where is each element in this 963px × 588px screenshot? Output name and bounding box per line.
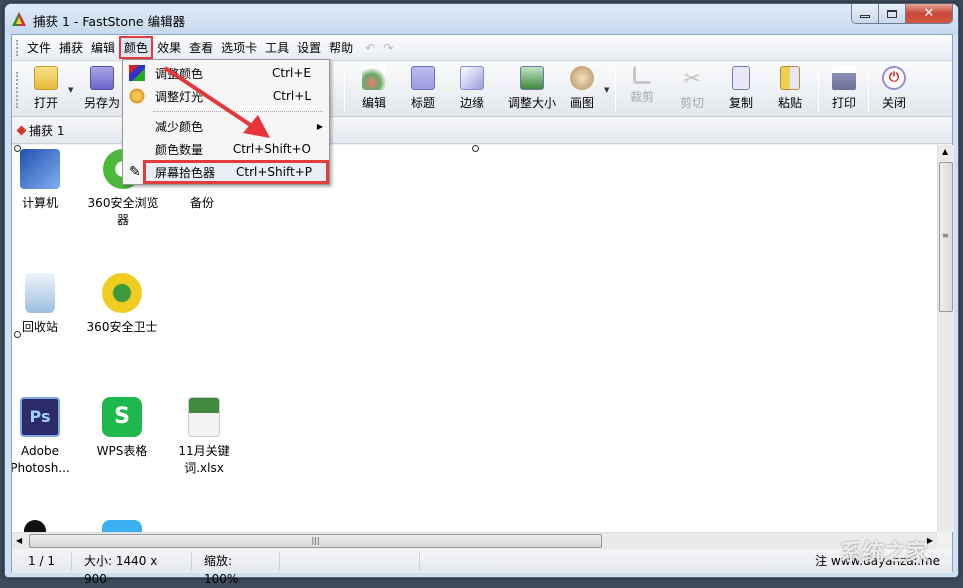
desktop-icon-excel-file: 11月关键词.xlsx	[162, 397, 246, 477]
scissors-icon: ✂	[683, 66, 701, 90]
vertical-scroll-thumb[interactable]: ≡	[939, 162, 953, 312]
menu-item-reduce-colors[interactable]: 减少颜色 ▶	[123, 115, 329, 137]
toolbar-separator	[868, 68, 869, 112]
image-canvas[interactable]: 计算机 360安全浏览器 备份 回收站 360安全卫士 Ps Adobe Pho…	[12, 145, 937, 532]
minimize-icon	[860, 15, 870, 18]
desktop-icon-recycle-bin: 回收站	[12, 273, 80, 336]
caption-window-icon	[411, 66, 435, 90]
paint-letter-a-icon	[362, 66, 386, 90]
menu-help[interactable]: 帮助	[325, 37, 357, 58]
menu-item-adjust-colors[interactable]: 调整颜色 Ctrl+E	[123, 62, 329, 84]
tab-capture-1[interactable]: 捕获 1	[16, 122, 64, 139]
photoshop-icon: Ps	[20, 397, 60, 437]
wps-sheet-icon: S	[102, 397, 142, 437]
crop-button[interactable]: 裁剪	[618, 66, 666, 105]
menubar-grip[interactable]	[16, 39, 19, 56]
resize-button[interactable]: 调整大小	[502, 66, 562, 111]
color-squares-icon	[129, 65, 145, 81]
toolbar-separator	[818, 68, 819, 112]
toolbar-separator	[615, 68, 616, 112]
partial-icon	[24, 520, 46, 532]
desktop-icon-photoshop: Ps Adobe Photosh...	[12, 397, 80, 477]
menu-item-color-count[interactable]: 颜色数量 Ctrl+Shift+O	[123, 138, 329, 160]
horizontal-scroll-thumb[interactable]: |||	[29, 534, 602, 548]
paint-palette-icon	[570, 66, 594, 90]
edit-button[interactable]: 编辑	[350, 66, 398, 111]
status-zoom: 缩放: 100%	[192, 552, 280, 586]
color-menu-dropdown: 调整颜色 Ctrl+E 调整灯光 Ctrl+L 减少颜色 ▶ 颜色数量 Ctrl…	[122, 59, 330, 185]
recycle-bin-icon	[25, 273, 55, 313]
resize-handle[interactable]	[472, 145, 479, 152]
menu-bar: 文件 捕获 编辑 颜色 效果 查看 选项卡 工具 设置 帮助 ↶↷	[12, 35, 952, 61]
copy-button[interactable]: 复制	[717, 66, 765, 111]
draw-button[interactable]: 画图	[558, 66, 606, 111]
edge-button[interactable]: 边缘	[448, 66, 496, 111]
toolbar-separator	[344, 68, 345, 112]
folder-open-icon	[34, 66, 58, 90]
crop-icon	[633, 66, 651, 84]
horizontal-scrollbar[interactable]: ◀ ||| ▶	[12, 532, 937, 549]
menu-separator	[153, 111, 323, 112]
excel-file-icon	[188, 397, 220, 437]
watermark: 系统之家	[840, 541, 929, 566]
menu-view[interactable]: 查看	[185, 37, 217, 58]
menu-effects[interactable]: 效果	[153, 37, 185, 58]
undo-icon[interactable]: ↶	[365, 41, 383, 55]
menu-tabs[interactable]: 选项卡	[217, 37, 261, 58]
maximize-button[interactable]	[879, 4, 906, 23]
menu-item-adjust-lighting[interactable]: 调整灯光 Ctrl+L	[123, 85, 329, 107]
menu-item-screen-color-picker[interactable]: 屏幕拾色器 Ctrl+Shift+P	[143, 160, 329, 184]
print-button[interactable]: 打印	[820, 66, 868, 111]
tab-diamond-icon	[16, 125, 27, 136]
menu-color[interactable]: 颜色	[119, 36, 154, 59]
menu-settings[interactable]: 设置	[293, 37, 325, 58]
faststone-logo-icon	[12, 12, 26, 26]
menu-tools[interactable]: 工具	[261, 37, 293, 58]
partial-icon	[102, 520, 142, 532]
close-icon: ✕	[923, 6, 935, 21]
copy-icon	[732, 66, 750, 90]
minimize-button[interactable]	[852, 4, 879, 23]
save-as-button[interactable]: 另存为	[78, 66, 126, 111]
power-icon: ⏻	[882, 66, 906, 90]
status-bar: 1 / 1 大小: 1440 x 900 缩放: 100% 注 www.daya…	[12, 549, 952, 586]
eyedropper-icon: ✎	[129, 164, 141, 180]
paste-button[interactable]: 粘贴	[766, 66, 814, 111]
cut-button[interactable]: ✂ 剪切	[668, 66, 716, 111]
toolbar-grip[interactable]	[16, 72, 19, 108]
guard-360-icon	[102, 273, 142, 313]
menu-capture[interactable]: 捕获	[55, 37, 87, 58]
status-page: 1 / 1	[12, 552, 72, 570]
printer-icon	[832, 66, 856, 90]
status-empty	[280, 552, 420, 570]
open-button[interactable]: 打开	[22, 66, 70, 111]
floppy-disk-icon	[90, 66, 114, 90]
close-doc-button[interactable]: ⏻ 关闭	[870, 66, 918, 111]
torn-edge-icon	[460, 66, 484, 90]
caption-button[interactable]: 标题	[399, 66, 447, 111]
close-button[interactable]: ✕	[906, 4, 952, 23]
scroll-up-arrow[interactable]: ▲	[942, 147, 948, 156]
desktop-icon-360-guard: 360安全卫士	[82, 273, 162, 336]
desktop-icon-wps-sheet: S WPS表格	[82, 397, 162, 460]
scroll-left-arrow[interactable]: ◀	[16, 536, 22, 545]
paste-icon	[780, 66, 800, 90]
resize-image-icon	[520, 66, 544, 90]
status-size: 大小: 1440 x 900	[72, 552, 192, 586]
maximize-icon	[887, 9, 897, 18]
open-dropdown-arrow[interactable]: ▼	[68, 86, 73, 94]
menu-edit[interactable]: 编辑	[87, 37, 119, 58]
menu-file[interactable]: 文件	[23, 37, 55, 58]
sun-icon	[129, 88, 145, 104]
window-title: 捕获 1 - FastStone 编辑器	[33, 14, 186, 29]
caption-buttons: ✕	[851, 4, 953, 24]
title-bar[interactable]: 捕获 1 - FastStone 编辑器 ✕	[5, 4, 958, 34]
vertical-scrollbar[interactable]: ▲ ≡	[937, 145, 954, 532]
submenu-arrow-icon: ▶	[316, 121, 323, 131]
draw-dropdown-arrow[interactable]: ▼	[604, 86, 609, 94]
redo-icon[interactable]: ↷	[383, 41, 401, 55]
desktop-icon-computer: 计算机	[12, 149, 80, 212]
computer-icon	[20, 149, 60, 189]
